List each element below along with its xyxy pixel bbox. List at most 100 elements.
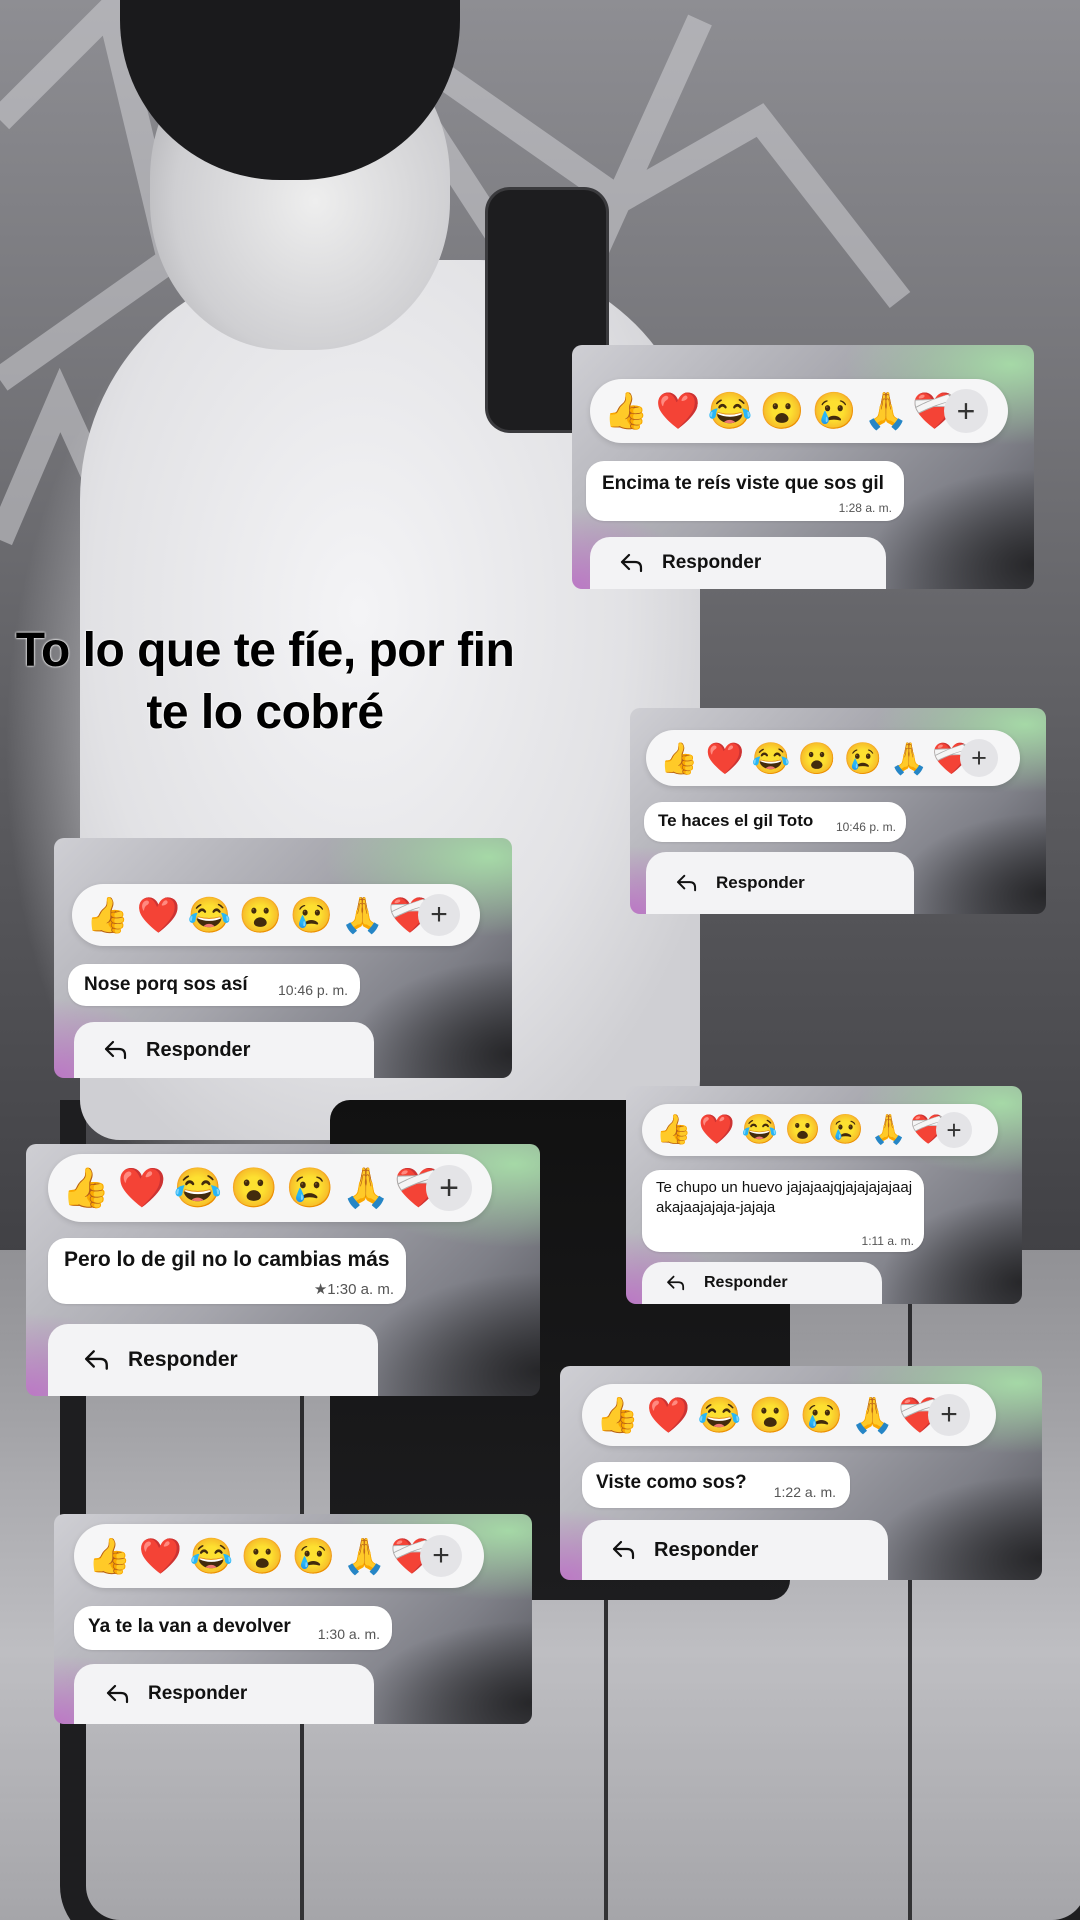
surprised-icon[interactable]: 😮 — [235, 895, 286, 936]
add-reaction-icon[interactable]: + — [960, 739, 998, 777]
reply-arrow-icon — [667, 1275, 685, 1291]
laughing-icon[interactable]: 😂 — [186, 1536, 237, 1577]
reply-arrow-icon — [84, 1350, 108, 1370]
thumbs-up-icon[interactable]: 👍 — [652, 1113, 695, 1147]
praying-hands-icon[interactable]: 🙏 — [860, 390, 912, 432]
message-time: 10:46 p. m. — [277, 982, 348, 998]
message-text: Viste como sos? — [596, 1472, 747, 1493]
heart-icon[interactable]: ❤️ — [702, 740, 748, 777]
message-time: 10:46 p. m. — [835, 820, 896, 834]
reply-button[interactable]: Responder — [646, 852, 914, 914]
reply-label: Responder — [146, 1038, 251, 1061]
laughing-icon[interactable]: 😂 — [738, 1113, 781, 1147]
heart-icon[interactable]: ❤️ — [133, 895, 184, 936]
message-bubble: Te chupo un huevo jajajaajqjajajajajaaja… — [642, 1170, 924, 1252]
heart-icon[interactable]: ❤️ — [135, 1536, 186, 1577]
surprised-icon[interactable]: 😮 — [745, 1395, 796, 1436]
message-card-2: 👍 ❤️ 😂 😮 😢 🙏 ❤️‍🩹 + Te haces el gil Toto… — [630, 708, 1046, 914]
message-card-7: 👍 ❤️ 😂 😮 😢 🙏 ❤️‍🩹 + Ya te la van a devol… — [54, 1514, 532, 1724]
crying-icon[interactable]: 😢 — [808, 390, 860, 432]
reply-button[interactable]: Responder — [582, 1520, 888, 1580]
thumbs-up-icon[interactable]: 👍 — [600, 390, 652, 432]
message-time: ★1:30 a. m. — [313, 1281, 394, 1298]
reaction-bar[interactable]: 👍 ❤️ 😂 😮 😢 🙏 ❤️‍🩹 + — [72, 884, 480, 946]
reaction-bar[interactable]: 👍 ❤️ 😂 😮 😢 🙏 ❤️‍🩹 + — [582, 1384, 996, 1446]
thumbs-up-icon[interactable]: 👍 — [84, 1536, 135, 1577]
laughing-icon[interactable]: 😂 — [170, 1165, 226, 1211]
reply-arrow-icon — [620, 553, 643, 573]
praying-hands-icon[interactable]: 🙏 — [886, 740, 932, 777]
add-reaction-icon[interactable]: + — [928, 1394, 970, 1436]
add-reaction-icon[interactable]: + — [418, 894, 460, 936]
reply-label: Responder — [662, 552, 762, 573]
reply-button[interactable]: Responder — [74, 1022, 374, 1078]
reaction-bar[interactable]: 👍 ❤️ 😂 😮 😢 🙏 ❤️‍🩹 + — [646, 730, 1020, 786]
heart-icon[interactable]: ❤️ — [643, 1395, 694, 1436]
surprised-icon[interactable]: 😮 — [781, 1113, 824, 1147]
add-reaction-icon[interactable]: + — [944, 389, 988, 433]
message-text: Pero lo de gil no lo cambias más — [64, 1248, 390, 1271]
thumbs-up-icon[interactable]: 👍 — [592, 1395, 643, 1436]
message-bubble: Te haces el gil Toto 10:46 p. m. — [644, 802, 906, 842]
laughing-icon[interactable]: 😂 — [694, 1395, 745, 1436]
laughing-icon[interactable]: 😂 — [748, 740, 794, 777]
message-time: 1:22 a. m. — [773, 1484, 836, 1500]
reply-arrow-icon — [104, 1040, 127, 1060]
message-card-3: 👍 ❤️ 😂 😮 😢 🙏 ❤️‍🩹 + Nose porq sos así 10… — [54, 838, 512, 1078]
heart-icon[interactable]: ❤️ — [652, 390, 704, 432]
message-text: Te haces el gil Toto — [658, 811, 814, 830]
add-reaction-icon[interactable]: + — [420, 1535, 462, 1577]
message-text: Nose porq sos así — [84, 974, 248, 995]
surprised-icon[interactable]: 😮 — [756, 390, 808, 432]
crying-icon[interactable]: 😢 — [824, 1113, 867, 1147]
crying-icon[interactable]: 😢 — [286, 895, 337, 936]
thumbs-up-icon[interactable]: 👍 — [82, 895, 133, 936]
surprised-icon[interactable]: 😮 — [226, 1165, 282, 1211]
reply-label: Responder — [704, 1274, 788, 1291]
reaction-bar[interactable]: 👍 ❤️ 😂 😮 😢 🙏 ❤️‍🩹 + — [642, 1104, 998, 1156]
reply-arrow-icon — [677, 874, 697, 892]
message-text: Encima te reís viste que sos gil — [602, 473, 884, 494]
thumbs-up-icon[interactable]: 👍 — [656, 740, 702, 777]
reply-button[interactable]: Responder — [590, 537, 886, 589]
surprised-icon[interactable]: 😮 — [794, 740, 840, 777]
crying-icon[interactable]: 😢 — [288, 1536, 339, 1577]
message-text: Te chupo un huevo jajajaajqjajajajajaaja… — [656, 1179, 913, 1216]
message-text: Ya te la van a devolver — [88, 1616, 291, 1637]
praying-hands-icon[interactable]: 🙏 — [337, 895, 388, 936]
praying-hands-icon[interactable]: 🙏 — [867, 1113, 910, 1147]
reply-button[interactable]: Responder — [642, 1262, 882, 1304]
laughing-icon[interactable]: 😂 — [704, 390, 756, 432]
reply-arrow-icon — [106, 1684, 129, 1704]
heart-icon[interactable]: ❤️ — [114, 1165, 170, 1211]
heart-icon[interactable]: ❤️ — [695, 1113, 738, 1147]
reply-arrow-icon — [612, 1540, 635, 1560]
reply-button[interactable]: Responder — [74, 1664, 374, 1724]
surprised-icon[interactable]: 😮 — [237, 1536, 288, 1577]
crying-icon[interactable]: 😢 — [282, 1165, 338, 1211]
reaction-bar[interactable]: 👍 ❤️ 😂 😮 😢 🙏 ❤️‍🩹 + — [590, 379, 1008, 443]
message-bubble: Viste como sos? 1:22 a. m. — [582, 1462, 850, 1508]
message-time: 1:11 a. m. — [861, 1234, 914, 1248]
reaction-bar[interactable]: 👍 ❤️ 😂 😮 😢 🙏 ❤️‍🩹 + — [48, 1154, 492, 1222]
story-caption: To lo que te fíe, por fin te lo cobré — [15, 624, 515, 739]
reply-label: Responder — [716, 873, 805, 892]
praying-hands-icon[interactable]: 🙏 — [847, 1395, 898, 1436]
reply-label: Responder — [654, 1538, 759, 1561]
message-time: 1:28 a. m. — [838, 501, 892, 515]
message-time: 1:30 a. m. — [317, 1626, 380, 1642]
laughing-icon[interactable]: 😂 — [184, 895, 235, 936]
message-card-6: 👍 ❤️ 😂 😮 😢 🙏 ❤️‍🩹 + Viste como sos? 1:22… — [560, 1366, 1042, 1580]
thumbs-up-icon[interactable]: 👍 — [58, 1165, 114, 1211]
crying-icon[interactable]: 😢 — [796, 1395, 847, 1436]
message-bubble: Pero lo de gil no lo cambias más ★1:30 a… — [48, 1238, 406, 1304]
add-reaction-icon[interactable]: + — [426, 1165, 472, 1211]
message-card-4: 👍 ❤️ 😂 😮 😢 🙏 ❤️‍🩹 + Te chupo un huevo ja… — [626, 1086, 1022, 1304]
crying-icon[interactable]: 😢 — [840, 740, 886, 777]
reply-button[interactable]: Responder — [48, 1324, 378, 1396]
message-bubble: Ya te la van a devolver 1:30 a. m. — [74, 1606, 392, 1650]
praying-hands-icon[interactable]: 🙏 — [339, 1536, 390, 1577]
reaction-bar[interactable]: 👍 ❤️ 😂 😮 😢 🙏 ❤️‍🩹 + — [74, 1524, 484, 1588]
add-reaction-icon[interactable]: + — [936, 1112, 972, 1148]
praying-hands-icon[interactable]: 🙏 — [338, 1165, 394, 1211]
